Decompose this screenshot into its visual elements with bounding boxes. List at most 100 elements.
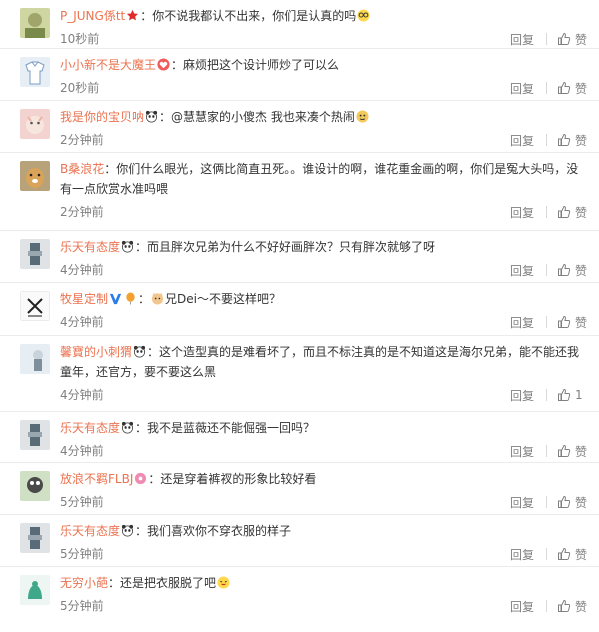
cat-emoji-icon <box>151 292 164 305</box>
comment-item: 小小新不是大魔王 ：麻烦把这个设计师炒了可以么 20秒前 回复 赞 <box>0 49 599 101</box>
comment-body: ：麻烦把这个设计师炒了可以么 <box>171 58 340 72</box>
avatar[interactable] <box>20 523 50 553</box>
avatar[interactable] <box>20 57 50 87</box>
like-button[interactable]: 1 <box>547 388 587 402</box>
comment-username[interactable]: 馨寶的小刺猬 <box>60 345 132 359</box>
comment-username[interactable]: 无穷小葩 <box>60 576 108 590</box>
avatar[interactable] <box>20 291 50 321</box>
timestamp: 4分钟前 <box>60 315 104 329</box>
comment-text-line: 牧星定制：兄Dei～不要这样吧？ <box>60 292 281 306</box>
panda-icon <box>121 524 134 537</box>
reply-button[interactable]: 回复 <box>498 598 546 615</box>
like-button[interactable]: 赞 <box>547 262 587 279</box>
comment-username[interactable]: 乐天有态度 <box>60 240 120 254</box>
comment-meta: 5分钟前 回复 赞 <box>60 595 587 617</box>
comment-username[interactable]: 放浪不羁FLBJ <box>60 472 133 486</box>
comment-item: 我是你的宝贝呐 ：@慧慧家的小傻杰 我也来凑个热闹 2分钟前 回复 赞 <box>0 101 599 153</box>
comment-username[interactable]: 乐天有态度 <box>60 524 120 538</box>
verified-v-icon <box>109 292 122 305</box>
timestamp: 10秒前 <box>60 32 100 46</box>
like-count: 赞 <box>574 133 587 148</box>
like-count: 赞 <box>574 495 587 510</box>
comment-meta: 4分钟前 回复 赞 <box>60 440 587 462</box>
like-button[interactable]: 赞 <box>547 31 587 48</box>
like-count: 赞 <box>574 263 587 278</box>
comment-actions: 回复 赞 <box>498 129 587 151</box>
panda-icon <box>121 421 134 434</box>
timestamp: 4分钟前 <box>60 444 104 458</box>
comment-username[interactable]: 乐天有态度 <box>60 421 120 435</box>
donut-icon <box>134 472 147 485</box>
comment-username[interactable]: 牧星定制 <box>60 292 108 306</box>
reply-button[interactable]: 回复 <box>498 443 546 460</box>
like-count: 赞 <box>574 599 587 614</box>
thumbs-up-icon <box>557 81 571 94</box>
comment-item: 馨寶的小刺猬 ：这个造型真的是难看坏了，而且不标注真的是不知道这是海尔兄弟，能不能… <box>0 336 599 412</box>
comment-username[interactable]: 小小新不是大魔王 <box>60 58 156 72</box>
comment-text-line: B桑浪花：你们什么眼光，这俩比简直丑死。。谁设计的啊，谁花重金画的啊，你们是冤大… <box>60 159 580 199</box>
comment-actions: 回复 赞 <box>498 543 587 565</box>
laugh-emoji-icon <box>217 576 230 589</box>
like-button[interactable]: 赞 <box>547 314 587 331</box>
comment-text-line: 小小新不是大魔王 ：麻烦把这个设计师炒了可以么 <box>60 55 580 75</box>
avatar[interactable] <box>20 8 50 38</box>
like-button[interactable]: 赞 <box>547 546 587 563</box>
like-count: 赞 <box>574 81 587 96</box>
comment-list: P_JUNG係tt ：你不说我都认不出来，你们是认真的吗 10秒前 回复 赞 小小… <box>0 0 599 619</box>
reply-button[interactable]: 回复 <box>498 387 546 404</box>
avatar[interactable] <box>20 109 50 139</box>
comment-meta: 4分钟前 回复 1 <box>60 384 587 406</box>
thumbs-up-icon <box>557 315 571 328</box>
comment-actions: 回复 赞 <box>498 595 587 617</box>
reply-button[interactable]: 回复 <box>498 546 546 563</box>
comment-meta: 20秒前 回复 赞 <box>60 77 587 99</box>
comment-item: 乐天有态度 ：我不是蓝薇还不能倔强一回吗？ 4分钟前 回复 赞 <box>0 412 599 463</box>
thumbs-up-icon <box>558 388 571 401</box>
reply-button[interactable]: 回复 <box>498 262 546 279</box>
timestamp: 4分钟前 <box>60 388 104 402</box>
comment-username[interactable]: P_JUNG係tt <box>60 9 125 23</box>
like-count: 赞 <box>574 205 587 220</box>
like-button[interactable]: 赞 <box>547 494 587 511</box>
reply-button[interactable]: 回复 <box>498 204 546 221</box>
thumbs-up-icon <box>557 205 571 218</box>
avatar[interactable] <box>20 420 50 450</box>
comment-meta: 4分钟前 回复 赞 <box>60 259 587 281</box>
avatar[interactable] <box>20 239 50 269</box>
avatar[interactable] <box>20 471 50 501</box>
timestamp: 5分钟前 <box>60 599 104 613</box>
thumbs-up-icon <box>557 32 571 45</box>
comment-body: ：@慧慧家的小傻杰 我也来凑个热闹 <box>159 110 355 124</box>
thumbs-up-icon <box>557 444 571 457</box>
comment-meta: 2分钟前 回复 赞 <box>60 129 587 151</box>
like-button[interactable]: 赞 <box>547 80 587 97</box>
reply-button[interactable]: 回复 <box>498 80 546 97</box>
reply-button[interactable]: 回复 <box>498 494 546 511</box>
avatar[interactable] <box>20 344 50 374</box>
avatar[interactable] <box>20 575 50 605</box>
glasses-emoji-icon <box>357 9 370 22</box>
like-count: 1 <box>575 388 583 402</box>
comment-username[interactable]: 我是你的宝贝呐 <box>60 110 144 124</box>
like-button[interactable]: 赞 <box>547 443 587 460</box>
thumbs-up-icon <box>557 547 571 560</box>
like-button[interactable]: 赞 <box>547 204 587 221</box>
heart-badge-icon <box>157 58 170 71</box>
comment-actions: 回复 1 <box>498 384 587 406</box>
comment-text-line: 乐天有态度 ：我不是蓝薇还不能倔强一回吗？ <box>60 418 580 438</box>
comment-body: ：你不说我都认不出来，你们是认真的吗 <box>140 9 357 23</box>
comment-meta: 10秒前 回复 赞 <box>60 28 587 50</box>
reply-button[interactable]: 回复 <box>498 132 546 149</box>
comment-item: 乐天有态度 ：我们喜欢你不穿衣服的样子 5分钟前 回复 赞 <box>0 515 599 567</box>
reply-button[interactable]: 回复 <box>498 31 546 48</box>
comment-actions: 回复 赞 <box>498 259 587 281</box>
timestamp: 2分钟前 <box>60 205 104 219</box>
timestamp: 20秒前 <box>60 81 100 95</box>
thumbs-up-icon <box>557 133 571 146</box>
like-button[interactable]: 赞 <box>547 132 587 149</box>
comment-item: B桑浪花：你们什么眼光，这俩比简直丑死。。谁设计的啊，谁花重金画的啊，你们是冤大… <box>0 153 599 231</box>
avatar[interactable] <box>20 161 50 191</box>
reply-button[interactable]: 回复 <box>498 314 546 331</box>
comment-username[interactable]: B桑浪花 <box>60 162 104 176</box>
like-button[interactable]: 赞 <box>547 598 587 615</box>
